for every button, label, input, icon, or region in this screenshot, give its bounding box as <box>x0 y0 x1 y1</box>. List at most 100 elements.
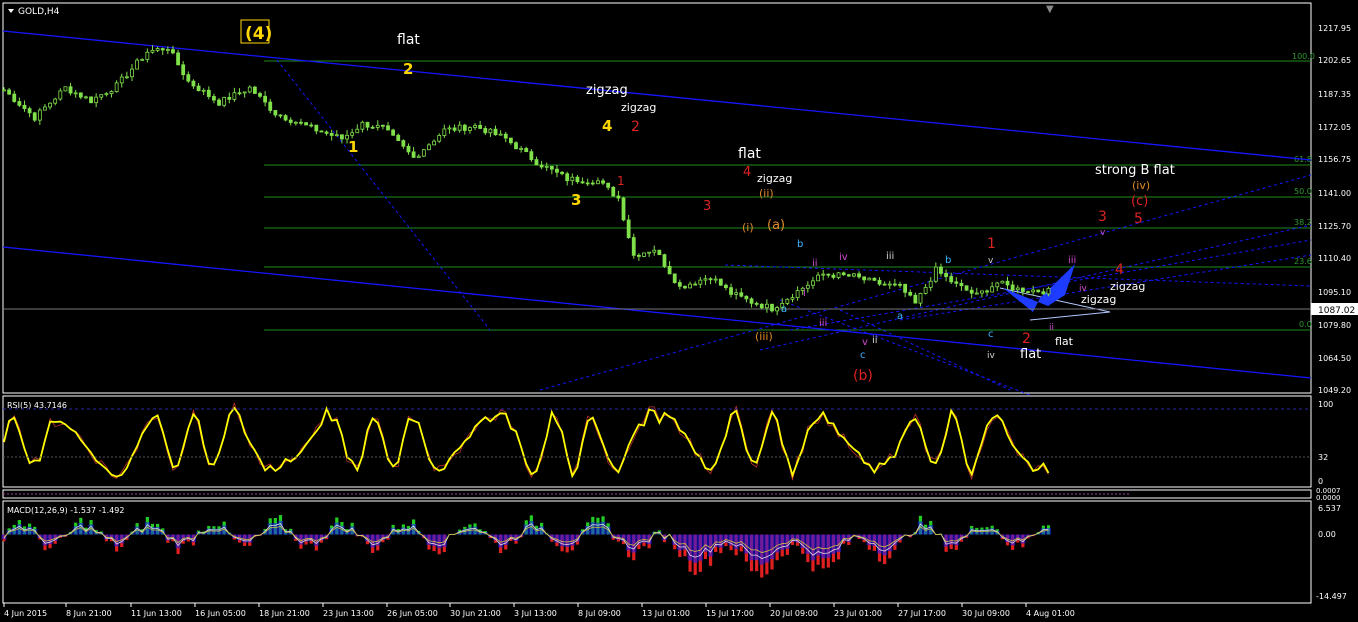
label-4-yellow: 4 <box>602 117 612 135</box>
macd-fill <box>277 520 284 535</box>
candle-body <box>913 294 918 304</box>
candle-body <box>268 101 273 111</box>
price-tick-1079: 1079.80 <box>1318 321 1351 330</box>
rsi-indicator <box>3 402 1050 481</box>
macd-fill <box>774 534 780 553</box>
candle-body <box>759 303 764 309</box>
candle-body <box>1036 289 1041 293</box>
candle-body <box>273 110 278 116</box>
candle-body <box>84 96 88 99</box>
candle-body <box>370 126 375 129</box>
label-zigzag-1: zigzag <box>586 83 628 98</box>
dashed-channel-2 <box>759 224 1312 351</box>
candle-body <box>53 98 58 104</box>
shift-marker-icon[interactable]: ▼ <box>1046 4 1054 15</box>
label-1-red-2: 1 <box>987 236 996 252</box>
macd-axis-bottom: -14.497 <box>1316 592 1347 601</box>
fibonacci-levels <box>264 60 1311 331</box>
candle-body <box>1020 287 1025 293</box>
trendlines[interactable] <box>2 30 1312 396</box>
macd-fill <box>247 534 253 543</box>
candle-body <box>811 280 815 286</box>
candle-body <box>734 292 739 295</box>
label-3-red: 3 <box>703 199 711 214</box>
candle-body <box>2 89 6 92</box>
label-2-yellow: 2 <box>403 60 413 78</box>
label-b-blue-2: b <box>945 255 951 266</box>
candle-body <box>831 274 836 278</box>
candle-body <box>68 86 73 94</box>
label-a-blue-2: a <box>897 311 903 322</box>
candle-body <box>37 109 42 121</box>
macd-axis-zero: 0.00 <box>1318 530 1336 539</box>
candle-body <box>867 277 872 281</box>
label-strong-b-flat: strong B flat <box>1095 163 1175 178</box>
label-v-white: v <box>988 256 994 266</box>
price-tick-1141: 1141.00 <box>1318 189 1351 198</box>
candle-body <box>652 249 657 253</box>
candle-body <box>636 254 641 257</box>
candle-body <box>985 290 989 293</box>
candle-body <box>375 124 380 128</box>
fib-label-100: 100.0 <box>1292 52 1315 61</box>
candle-body <box>186 74 191 82</box>
candle-body <box>462 124 467 131</box>
candle-body <box>176 52 180 66</box>
menu-triangle-icon[interactable] <box>8 9 14 13</box>
candle-body <box>73 92 78 95</box>
candle-body <box>155 48 160 51</box>
time-tick: 23 Jun 13:00 <box>323 609 374 618</box>
trading-chart[interactable]: GOLD,H4 ▼ 100.0 61.8 50.0 38.2 23.6 0.0 … <box>0 0 1358 622</box>
candle-body <box>32 112 37 121</box>
macd-fill <box>805 534 811 554</box>
label-3-red-2: 3 <box>1098 209 1107 225</box>
candle-body <box>698 279 703 285</box>
candle-body <box>923 287 928 294</box>
candle-body <box>611 186 616 197</box>
candle-body <box>416 155 421 158</box>
mid-axis-2: 0.0000 <box>1316 494 1341 502</box>
rsi-axis-100: 100 <box>1318 400 1333 409</box>
candle-body <box>483 128 488 134</box>
candle-body <box>314 124 319 132</box>
candle-body <box>299 121 303 124</box>
candle-body <box>99 94 104 98</box>
label-4-red-2: 4 <box>1115 262 1124 278</box>
candle-body <box>549 165 554 170</box>
price-tick-1187: 1187.35 <box>1318 90 1351 99</box>
candle-body <box>201 89 206 92</box>
fib-label-0: 0.0 <box>1299 320 1312 329</box>
candle-body <box>754 302 759 305</box>
candle-body <box>43 106 47 111</box>
candle-body <box>488 128 493 134</box>
candle-body <box>662 254 667 267</box>
candle-body <box>585 182 590 185</box>
candle-body <box>616 195 621 199</box>
candle-body <box>191 80 196 87</box>
candle-body <box>672 273 677 283</box>
candlestick-series <box>2 45 1051 316</box>
candle-body <box>150 49 155 53</box>
macd-fill <box>692 534 698 563</box>
candle-body <box>718 278 723 286</box>
candle-body <box>918 293 923 304</box>
candle-body <box>508 137 513 144</box>
candle-body <box>739 292 744 297</box>
candle-body <box>565 173 570 182</box>
macd-fill <box>728 534 734 546</box>
label-flat-4: flat <box>1055 335 1074 348</box>
label-iv-paren: (iv) <box>1132 179 1150 192</box>
candle-body <box>560 171 564 175</box>
label-i-magenta-1: i <box>803 288 806 299</box>
candle-body <box>1046 287 1051 295</box>
macd-fill <box>682 534 688 550</box>
label-2-red: 2 <box>631 119 640 135</box>
price-tick-1156: 1156.75 <box>1318 155 1351 164</box>
macd-fill <box>564 534 570 548</box>
candle-body <box>181 64 186 76</box>
label-iii-magenta-1: iii <box>819 318 827 329</box>
label-ii-paren: (ii) <box>759 187 774 200</box>
candle-body <box>396 134 401 141</box>
candle-body <box>898 283 902 286</box>
candle-body <box>89 96 93 104</box>
